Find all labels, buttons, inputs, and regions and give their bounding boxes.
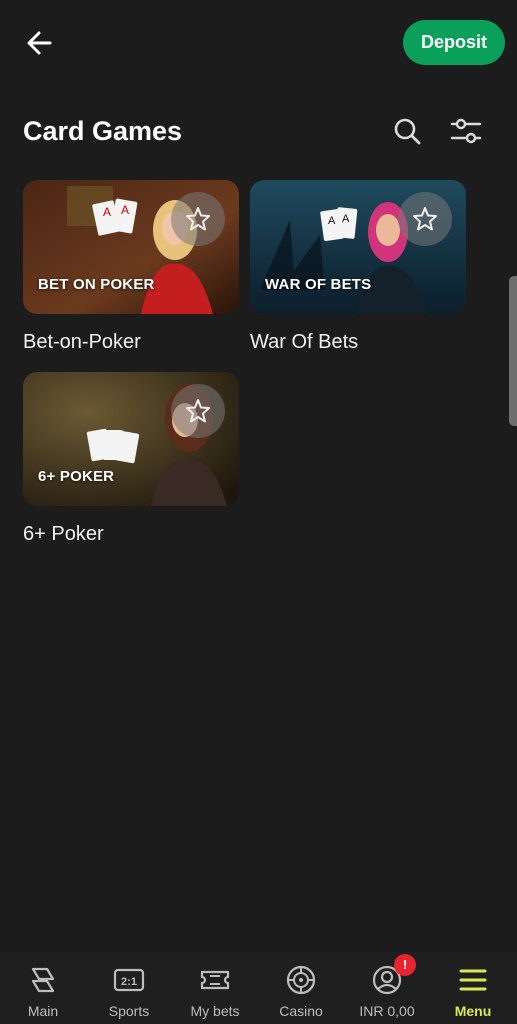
- game-thumb-title: WAR OF BETS: [265, 276, 372, 293]
- nav-item-my-bets[interactable]: My bets: [172, 952, 258, 1024]
- nav-label: Menu: [454, 1003, 492, 1019]
- nav-item-main[interactable]: Main: [0, 952, 86, 1024]
- nav-item-menu[interactable]: Menu: [430, 952, 516, 1024]
- page-title: Card Games: [23, 116, 183, 146]
- game-thumb-title: BET ON POKER: [38, 276, 155, 293]
- nav-label: Sports: [108, 1003, 150, 1019]
- game-thumbnail[interactable]: 6+ POKER: [23, 372, 239, 506]
- sports-icon: 2:1: [113, 968, 145, 992]
- nav-item-sports[interactable]: 2:1 Sports: [86, 952, 172, 1024]
- svg-text:2:1: 2:1: [121, 976, 137, 988]
- main-icon: [31, 967, 55, 993]
- star-icon: [186, 399, 210, 423]
- game-thumbnail[interactable]: A A BET ON POKER: [23, 180, 239, 314]
- page-header: Card Games: [0, 100, 517, 164]
- nav-label: Casino: [279, 1003, 323, 1019]
- game-card-war-of-bets[interactable]: A A WAR OF BETS War Of Bets: [250, 180, 466, 354]
- scroll-handle[interactable]: [509, 276, 517, 426]
- deposit-button[interactable]: Deposit: [403, 20, 505, 65]
- search-button[interactable]: [390, 114, 424, 148]
- game-card-bet-on-poker[interactable]: A A BET ON POKER Bet-on-Poker: [23, 180, 239, 354]
- roulette-icon: [286, 965, 316, 995]
- favorite-button[interactable]: [398, 192, 452, 246]
- svg-text:A: A: [328, 215, 336, 227]
- nav-item-account[interactable]: ! INR 0,00: [344, 952, 430, 1024]
- nav-label: INR 0,00: [359, 1003, 415, 1019]
- star-icon: [186, 207, 210, 231]
- back-button[interactable]: [22, 26, 58, 62]
- search-icon: [394, 118, 421, 145]
- svg-text:A: A: [342, 213, 350, 225]
- nav-item-casino[interactable]: Casino: [258, 952, 344, 1024]
- game-card-6-plus-poker[interactable]: 6+ POKER 6+ Poker: [23, 372, 239, 546]
- filter-button[interactable]: [448, 114, 484, 148]
- nav-label: Main: [27, 1003, 59, 1019]
- svg-text:A: A: [103, 205, 111, 219]
- bottom-nav: Main 2:1 Sports My bets Casino ! INR 0,0…: [0, 952, 517, 1024]
- game-label[interactable]: 6+ Poker: [23, 523, 239, 546]
- menu-icon: [459, 969, 487, 991]
- game-thumbnail[interactable]: A A WAR OF BETS: [250, 180, 466, 314]
- favorite-button[interactable]: [171, 384, 225, 438]
- nav-label: My bets: [190, 1003, 240, 1019]
- ticket-icon: [200, 970, 230, 990]
- game-label[interactable]: War Of Bets: [250, 331, 466, 354]
- top-bar: Deposit: [0, 0, 517, 86]
- favorite-button[interactable]: [171, 192, 225, 246]
- svg-text:A: A: [121, 203, 129, 217]
- game-thumb-title: 6+ POKER: [38, 468, 115, 485]
- star-icon: [413, 207, 437, 231]
- notification-badge: !: [394, 954, 416, 976]
- arrow-left-icon: [27, 31, 52, 55]
- game-label[interactable]: Bet-on-Poker: [23, 331, 239, 354]
- sliders-icon: [450, 118, 482, 144]
